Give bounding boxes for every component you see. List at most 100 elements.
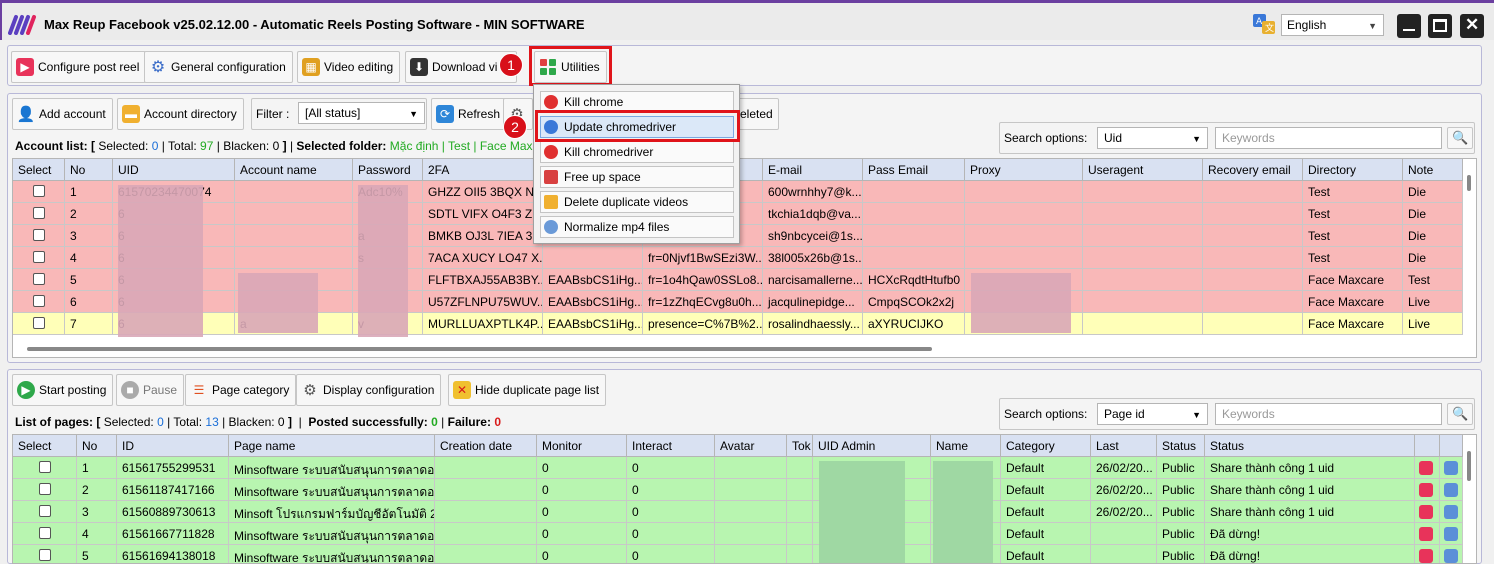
row-checkbox[interactable] [33, 251, 45, 263]
configure-post-reel-button[interactable]: ▶ Configure post reel [11, 51, 147, 83]
cell-ua [1083, 269, 1203, 291]
pause-button[interactable]: ■ Pause [116, 374, 185, 406]
display-configuration-button[interactable]: ⚙ Display configuration [296, 374, 442, 406]
reel-icon[interactable] [1419, 483, 1433, 497]
row-checkbox[interactable] [33, 273, 45, 285]
cell-twofa: FLFTBXAJ55AB3BY... [423, 269, 543, 291]
table-row[interactable]: 5 61561694138018 Minsoftware ระบบสนับสนุนก… [13, 545, 1463, 563]
account-table: Select No UID Account name Password 2FA E-mail… [12, 158, 1477, 358]
menu-free-up-space[interactable]: Free up space [540, 166, 734, 188]
row-checkbox[interactable] [33, 207, 45, 219]
calendar-icon[interactable] [1444, 461, 1458, 475]
account-search-option[interactable]: Uid ▼ [1097, 127, 1208, 149]
cell-interact: 0 [627, 501, 715, 523]
table-row[interactable]: 76avMURLLUAXPTLK4P...EAABsbCS1iHg...pres… [13, 313, 1463, 335]
filter-select[interactable]: [All status] ▼ [298, 102, 425, 124]
calendar-icon[interactable] [1444, 549, 1458, 563]
play-icon [544, 220, 558, 234]
start-posting-button[interactable]: ▶ Start posting [12, 374, 114, 406]
reel-icon[interactable] [1419, 461, 1433, 475]
pages-table: Select No ID Page name Creation date Monitor I… [12, 434, 1477, 564]
page-category-button[interactable]: ☰ Page category [185, 374, 297, 406]
add-account-button[interactable]: 👤 Add account [12, 98, 113, 130]
row-checkbox[interactable] [39, 505, 51, 517]
vertical-scrollbar[interactable] [1467, 175, 1471, 191]
table-row[interactable]: 56FLFTBXAJ55AB3BY...EAABsbCS1iHg...fr=1o… [13, 269, 1463, 291]
search-icon: 🔍 [1452, 406, 1469, 421]
utilities-highlight [529, 46, 612, 86]
menu-kill-chromedriver[interactable]: Kill chromedriver [540, 141, 734, 163]
reel-icon[interactable] [1419, 549, 1433, 563]
table-row[interactable]: 2 61561187417166 Minsoftware ระบบสนับสนุนก… [13, 479, 1463, 501]
pages-search-option[interactable]: Page id ▼ [1097, 403, 1208, 425]
cell-twofa: U57ZFLNPU75WUV... [423, 291, 543, 313]
horizontal-scrollbar[interactable] [27, 347, 932, 351]
table-row[interactable]: 46s7ACA XUCY LO47 X...fr=0Njvf1BwSEzi3W.… [13, 247, 1463, 269]
cell-id: 61561755299531 [117, 457, 229, 479]
table-row[interactable]: 3 61560889730613 Minsoft โปรแกรมฟาร์มบัญชี… [13, 501, 1463, 523]
row-checkbox[interactable] [33, 295, 45, 307]
pause-icon: ■ [121, 381, 139, 399]
cell-passmail: aXYRUCIJKO [863, 313, 965, 335]
page-header-5: Monitor [537, 435, 627, 457]
account-search-button[interactable]: 🔍 [1447, 127, 1473, 149]
cell-proxy [965, 247, 1083, 269]
cell-recovery [1203, 313, 1303, 335]
table-row[interactable]: 4 61561667711828 Minsoftware ระบบสนับสนุนก… [13, 523, 1463, 545]
account-search-input[interactable]: Keywords [1215, 127, 1442, 149]
cell-interact: 0 [627, 479, 715, 501]
cell-dir: Face Maxcare [1303, 291, 1403, 313]
step-1-badge: 1 [499, 53, 523, 77]
row-checkbox[interactable] [39, 461, 51, 473]
general-configuration-button[interactable]: ⚙ General configuration [144, 51, 293, 83]
pages-search-button[interactable]: 🔍 [1447, 403, 1473, 425]
maximize-button[interactable] [1428, 14, 1452, 38]
language-select[interactable]: English ▼ [1281, 14, 1384, 36]
close-button[interactable]: ✕ [1460, 14, 1484, 38]
cell-email: narcisamallerne... [763, 269, 863, 291]
row-checkbox[interactable] [33, 185, 45, 197]
cell-monitor: 0 [537, 523, 627, 545]
app-logo-icon [8, 15, 36, 35]
trash-icon [544, 170, 558, 184]
minimize-button[interactable] [1397, 14, 1421, 38]
cell-7 [715, 457, 787, 479]
page-header-1: No [77, 435, 117, 457]
hide-duplicate-button[interactable]: ✕ Hide duplicate page list [448, 374, 607, 406]
row-checkbox[interactable] [33, 317, 45, 329]
refresh-button[interactable]: ⟳ Refresh [431, 98, 508, 130]
list-icon: ☰ [193, 383, 205, 397]
row-checkbox[interactable] [39, 527, 51, 539]
cell-category: Default [1001, 457, 1091, 479]
cell-4 [435, 457, 537, 479]
broom-icon [544, 195, 558, 209]
power-icon [544, 145, 558, 159]
cell-monitor: 0 [537, 457, 627, 479]
deleted-button[interactable]: eleted [735, 98, 779, 130]
calendar-icon[interactable] [1444, 527, 1458, 541]
video-editing-button[interactable]: ▦ Video editing [297, 51, 401, 83]
cell-note: Test [1403, 269, 1463, 291]
row-action-cell [1440, 501, 1463, 523]
menu-delete-duplicate-videos[interactable]: Delete duplicate videos [540, 191, 734, 213]
menu-normalize-mp4[interactable]: Normalize mp4 files [540, 216, 734, 238]
cell-recovery [1203, 291, 1303, 313]
cell-interact: 0 [627, 457, 715, 479]
table-row[interactable]: 1 61561755299531 Minsoftware ระบบสนับสนุนก… [13, 457, 1463, 479]
account-directory-button[interactable]: ▬ Account directory [117, 98, 244, 130]
privacy-blur [118, 185, 203, 337]
cell-no: 1 [65, 181, 113, 203]
cell-proxy [965, 225, 1083, 247]
cell-name [235, 247, 353, 269]
reel-icon[interactable] [1419, 505, 1433, 519]
cell-status2: Share thành công 1 uid [1205, 457, 1415, 479]
row-checkbox[interactable] [39, 549, 51, 561]
row-checkbox[interactable] [39, 483, 51, 495]
table-row[interactable]: 66U57ZFLNPU75WUV...EAABsbCS1iHg...fr=1zZ… [13, 291, 1463, 313]
row-checkbox[interactable] [33, 229, 45, 241]
vertical-scrollbar[interactable] [1467, 451, 1471, 481]
pages-search-input[interactable]: Keywords [1215, 403, 1442, 425]
calendar-icon[interactable] [1444, 505, 1458, 519]
calendar-icon[interactable] [1444, 483, 1458, 497]
reel-icon[interactable] [1419, 527, 1433, 541]
